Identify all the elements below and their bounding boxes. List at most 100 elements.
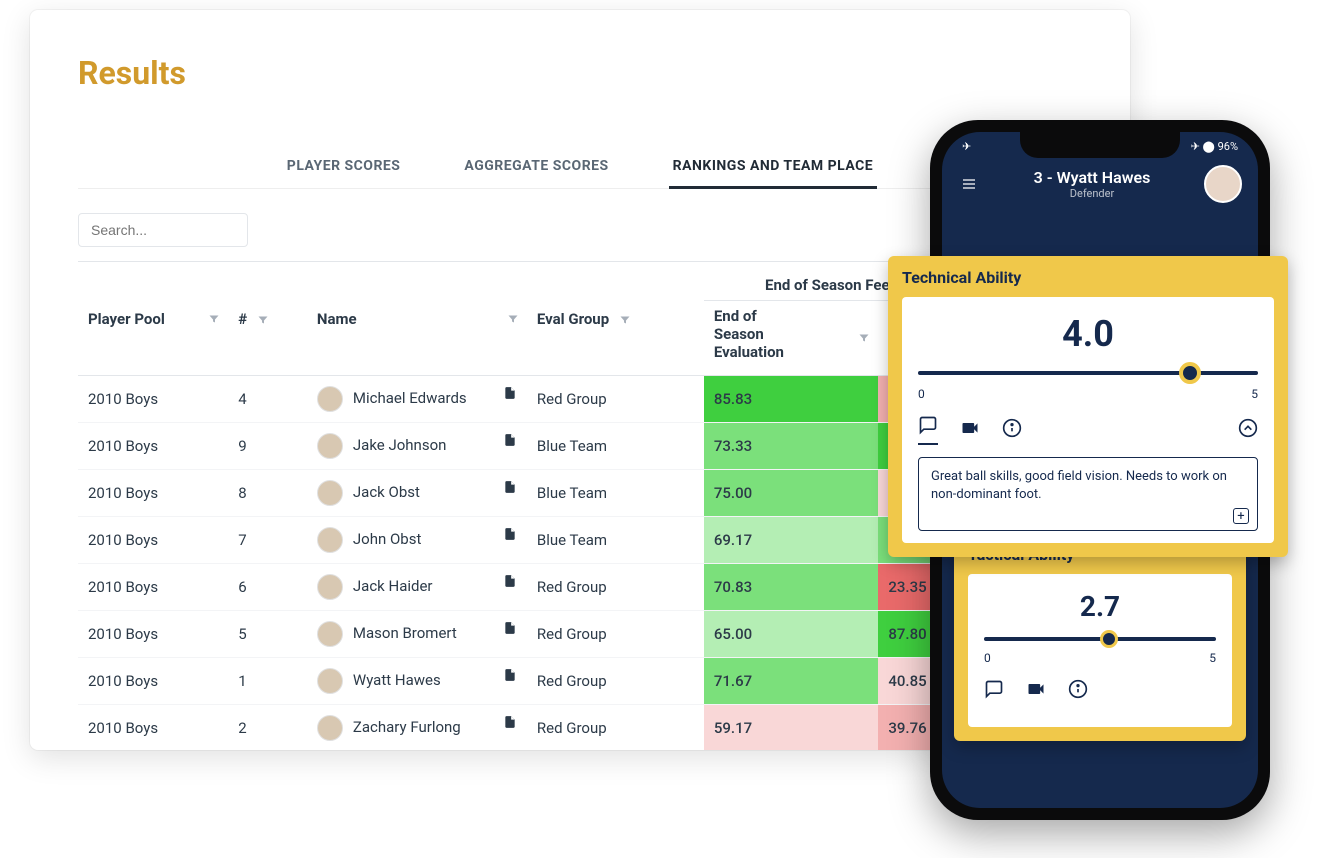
avatar <box>317 527 343 553</box>
player-name: 3 - Wyatt Hawes <box>980 168 1204 187</box>
col-player-pool[interactable]: Player Pool <box>78 262 228 376</box>
filter-icon[interactable] <box>257 314 269 326</box>
card-body: 4.0 0 5 Great ball skills, good field vi… <box>902 297 1274 543</box>
file-icon[interactable] <box>503 715 517 731</box>
cell-pool: 2010 Boys <box>78 517 228 564</box>
col-end-eval[interactable]: End of Season Evaluation <box>704 301 879 376</box>
cell-num: 6 <box>228 564 307 611</box>
filter-icon[interactable] <box>208 313 220 325</box>
video-icon[interactable] <box>1026 679 1046 703</box>
cell-num: 2 <box>228 705 307 751</box>
avatar <box>317 574 343 600</box>
cell-group: Red Group <box>527 705 704 751</box>
file-icon[interactable] <box>503 574 517 590</box>
slider-thumb[interactable] <box>1179 362 1201 384</box>
info-icon[interactable] <box>1002 418 1022 442</box>
note-box[interactable]: Great ball skills, good field vision. Ne… <box>918 457 1258 531</box>
cell-num: 4 <box>228 376 307 423</box>
cell-group: Blue Team <box>527 517 704 564</box>
col-label: # <box>238 310 247 328</box>
col-label: Eval Group <box>537 310 609 328</box>
cell-group: Red Group <box>527 376 704 423</box>
cell-num: 5 <box>228 611 307 658</box>
rating-value: 4.0 <box>918 313 1258 355</box>
card-title: Technical Ability <box>902 268 1274 287</box>
cell-pool: 2010 Boys <box>78 376 228 423</box>
tab-rankings[interactable]: RANKINGS AND TEAM PLACE <box>669 146 878 189</box>
avatar <box>317 386 343 412</box>
avatar <box>317 668 343 694</box>
cell-pool: 2010 Boys <box>78 658 228 705</box>
cell-pool: 2010 Boys <box>78 470 228 517</box>
rating-slider[interactable] <box>984 629 1216 649</box>
col-name[interactable]: Name <box>307 262 527 376</box>
cell-name: Jack Haider <box>307 564 527 611</box>
cell-group: Red Group <box>527 564 704 611</box>
cell-group: Red Group <box>527 611 704 658</box>
avatar <box>317 715 343 741</box>
phone-header: 3 - Wyatt Hawes Defender <box>942 157 1258 215</box>
menu-icon[interactable] <box>958 176 980 192</box>
tactical-ability-card: Tactical Ability 2.7 0 5 <box>954 533 1246 741</box>
file-icon[interactable] <box>503 433 517 449</box>
note-text: Great ball skills, good field vision. Ne… <box>931 469 1227 502</box>
cell-group: Blue Team <box>527 423 704 470</box>
cell-pool: 2010 Boys <box>78 564 228 611</box>
icon-row <box>918 415 1258 445</box>
technical-ability-card: Technical Ability 4.0 0 5 Great ball ski… <box>888 256 1288 557</box>
slider-labels: 0 5 <box>918 387 1258 401</box>
file-icon[interactable] <box>503 527 517 543</box>
col-eval-group[interactable]: Eval Group <box>527 262 704 376</box>
cell-group: Blue Team <box>527 470 704 517</box>
tab-player-scores[interactable]: PLAYER SCORES <box>283 146 405 188</box>
file-icon[interactable] <box>503 621 517 637</box>
video-icon[interactable] <box>960 418 980 442</box>
file-icon[interactable] <box>503 668 517 684</box>
col-label: Player Pool <box>88 310 165 328</box>
cell-pool: 2010 Boys <box>78 611 228 658</box>
cell-num: 9 <box>228 423 307 470</box>
cell-num: 1 <box>228 658 307 705</box>
cell-name: John Obst <box>307 517 527 564</box>
cell-name: Jack Obst <box>307 470 527 517</box>
rating-slider[interactable] <box>918 361 1258 385</box>
cell-eval: 69.17 <box>704 517 879 564</box>
info-icon[interactable] <box>1068 679 1088 703</box>
add-note-button[interactable]: + <box>1233 508 1249 524</box>
slider-min: 0 <box>918 387 925 401</box>
cell-num: 8 <box>228 470 307 517</box>
cell-eval: 75.00 <box>704 470 879 517</box>
status-left: ✈ <box>962 140 971 153</box>
avatar <box>317 480 343 506</box>
cell-name: Jake Johnson <box>307 423 527 470</box>
comment-icon[interactable] <box>918 415 938 445</box>
icon-row <box>984 679 1216 703</box>
slider-min: 0 <box>984 651 991 665</box>
col-label: Name <box>317 310 357 328</box>
cell-eval: 70.83 <box>704 564 879 611</box>
search-input[interactable] <box>78 213 248 247</box>
slider-thumb[interactable] <box>1100 630 1118 648</box>
cell-name: Michael Edwards <box>307 376 527 423</box>
cell-name: Mason Bromert <box>307 611 527 658</box>
collapse-icon[interactable] <box>1238 418 1258 442</box>
page-title: Results <box>78 54 1082 92</box>
cell-eval: 59.17 <box>704 705 879 751</box>
col-number[interactable]: # <box>228 262 307 376</box>
file-icon[interactable] <box>503 386 517 402</box>
cell-name: Zachary Furlong <box>307 705 527 751</box>
filter-icon[interactable] <box>858 332 870 344</box>
col-label: End of Season Evaluation <box>714 307 804 361</box>
card-body: 2.7 0 5 <box>968 574 1232 727</box>
cell-eval: 85.83 <box>704 376 879 423</box>
file-icon[interactable] <box>503 480 517 496</box>
phone-notch <box>1020 132 1180 158</box>
avatar[interactable] <box>1204 165 1242 203</box>
filter-icon[interactable] <box>507 313 519 325</box>
slider-labels: 0 5 <box>984 651 1216 665</box>
comment-icon[interactable] <box>984 679 1004 703</box>
filter-icon[interactable] <box>619 314 631 326</box>
cell-eval: 71.67 <box>704 658 879 705</box>
cell-pool: 2010 Boys <box>78 705 228 751</box>
tab-aggregate-scores[interactable]: AGGREGATE SCORES <box>460 146 612 188</box>
